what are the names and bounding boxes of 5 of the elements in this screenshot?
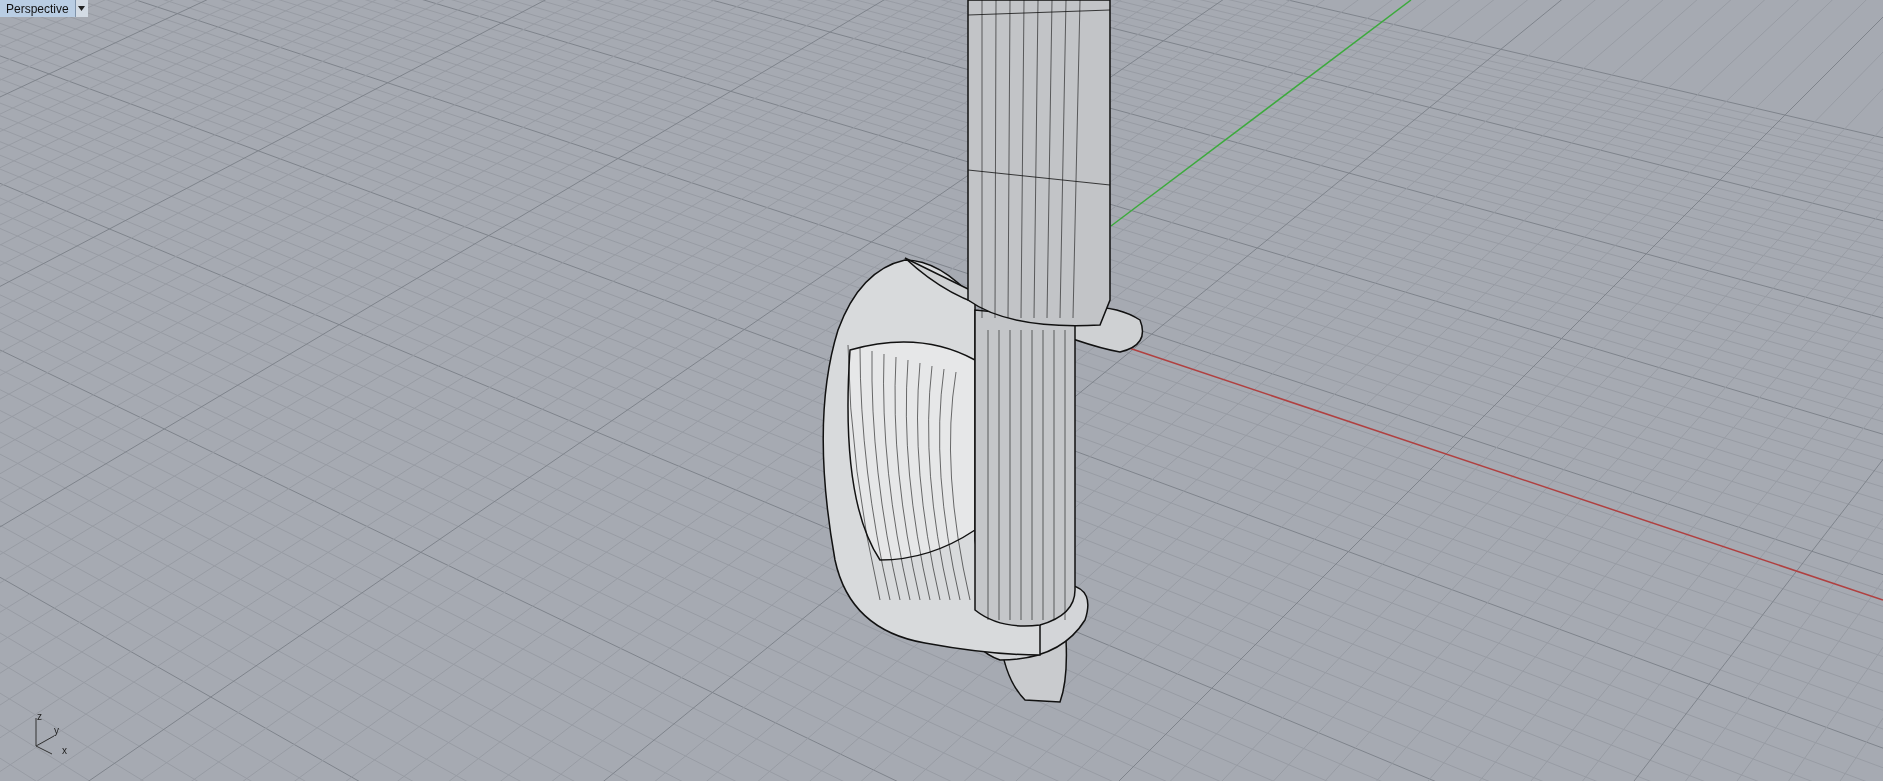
viewport-title[interactable]: Perspective [0, 0, 76, 17]
caret-icon [78, 6, 86, 11]
axis-label: z [37, 712, 42, 722]
axis-label: y [54, 726, 59, 736]
axis-label: x [62, 746, 67, 756]
